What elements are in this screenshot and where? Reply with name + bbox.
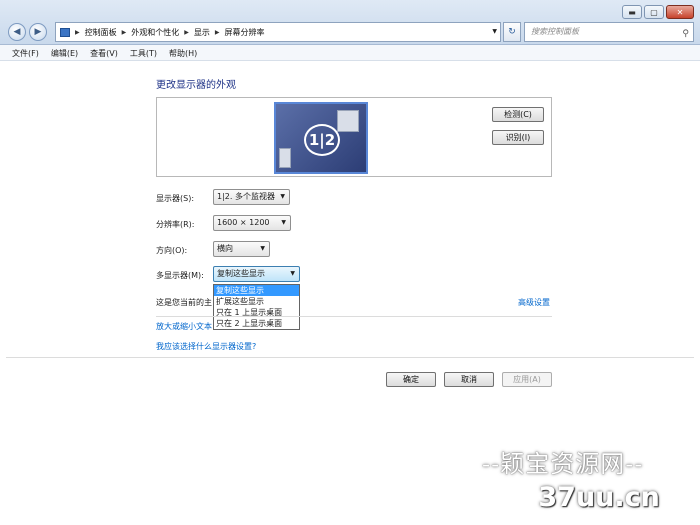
text-size-link[interactable]: 放大或缩小文本: [156, 321, 212, 332]
menu-help[interactable]: 帮助(H): [163, 45, 203, 60]
multi-display-dropdown: 复制这些显示 扩展这些显示 只在 1 上显示桌面 只在 2 上显示桌面: [213, 284, 300, 330]
breadcrumb-control-panel[interactable]: 控制面板: [85, 27, 117, 38]
breadcrumb-display[interactable]: 显示: [194, 27, 210, 38]
window-thumbnail: [279, 148, 291, 168]
back-arrow-icon[interactable]: ◀: [8, 23, 26, 41]
ok-button[interactable]: 确定: [386, 372, 436, 387]
identify-button[interactable]: 识别(I): [492, 130, 544, 145]
primary-display-text: 这是您当前的主: [156, 298, 212, 307]
dropdown-option[interactable]: 只在 2 上显示桌面: [214, 318, 299, 329]
search-icon[interactable]: ⚲: [682, 25, 689, 43]
multi-display-select[interactable]: 复制这些显示 ▼: [213, 266, 300, 282]
watermark: --颖宝资源网-- 41737uu.cn: [482, 440, 696, 524]
window-controls: ▬ ▢ ✕: [622, 5, 694, 19]
chevron-down-icon[interactable]: ▼: [492, 28, 497, 35]
minimize-button[interactable]: ▬: [622, 5, 642, 19]
apply-button: 应用(A): [502, 372, 552, 387]
multi-display-label: 多显示器(M):: [156, 271, 204, 280]
breadcrumb-appearance[interactable]: 外观和个性化: [131, 27, 179, 38]
control-panel-icon: [60, 27, 70, 37]
window-titlebar: ▬ ▢ ✕ ◀ ▶ ▶ 控制面板 ▶ 外观和个性化 ▶ 显示 ▶ 屏幕分辨率 ▼…: [0, 0, 700, 45]
watermark-domain-left: 417: [482, 482, 539, 513]
multi-display-value: 复制这些显示: [217, 269, 265, 278]
menu-bar: 文件(F) 编辑(E) 查看(V) 工具(T) 帮助(H): [0, 45, 700, 61]
which-settings-link[interactable]: 我应该选择什么显示器设置?: [156, 341, 256, 352]
monitor-preview[interactable]: 1|2: [274, 102, 368, 174]
dropdown-option[interactable]: 扩展这些显示: [214, 296, 299, 307]
menu-tools[interactable]: 工具(T): [124, 45, 163, 60]
search-placeholder: 搜索控制面板: [531, 27, 579, 36]
chevron-down-icon: ▼: [280, 193, 285, 200]
monitor-number-badge: 1|2: [304, 124, 340, 156]
breadcrumb-separator-icon: ▶: [214, 28, 220, 36]
watermark-domain-right: 37uu.cn: [538, 482, 660, 513]
close-button[interactable]: ✕: [666, 5, 694, 19]
resolution-value: 1600 × 1200: [217, 218, 270, 227]
cancel-button[interactable]: 取消: [444, 372, 494, 387]
forward-arrow-icon[interactable]: ▶: [29, 23, 47, 41]
resolution-select[interactable]: 1600 × 1200 ▼: [213, 215, 291, 231]
refresh-icon[interactable]: ↻: [503, 22, 521, 42]
search-input[interactable]: 搜索控制面板 ⚲: [524, 22, 694, 42]
orientation-select[interactable]: 横向 ▼: [213, 241, 270, 257]
watermark-domain: 41737uu.cn: [482, 482, 660, 513]
menu-edit[interactable]: 编辑(E): [45, 45, 84, 60]
orientation-label: 方向(O):: [156, 246, 188, 255]
menu-file[interactable]: 文件(F): [6, 45, 45, 60]
watermark-site-name: --颖宝资源网--: [482, 450, 644, 478]
breadcrumb-screen-resolution[interactable]: 屏幕分辨率: [225, 27, 265, 38]
breadcrumb-separator-icon: ▶: [121, 28, 127, 36]
monitor-preview-panel: 1|2 检测(C) 识别(I): [156, 97, 552, 177]
address-bar[interactable]: ▶ 控制面板 ▶ 外观和个性化 ▶ 显示 ▶ 屏幕分辨率 ▼: [55, 22, 501, 42]
dropdown-option[interactable]: 复制这些显示: [214, 285, 299, 296]
chevron-down-icon: ▼: [290, 270, 295, 277]
breadcrumb-separator-icon: ▶: [184, 28, 189, 36]
display-select[interactable]: 1|2. 多个监视器 ▼: [213, 189, 290, 205]
resolution-label: 分辨率(R):: [156, 220, 195, 229]
advanced-settings-link[interactable]: 高级设置: [518, 297, 550, 308]
maximize-button[interactable]: ▢: [644, 5, 664, 19]
orientation-value: 横向: [217, 244, 233, 253]
divider: [6, 357, 694, 358]
window-thumbnail: [337, 110, 359, 132]
display-label: 显示器(S):: [156, 194, 195, 203]
chevron-down-icon: ▼: [281, 219, 286, 226]
page-title: 更改显示器的外观: [156, 80, 236, 91]
detect-button[interactable]: 检测(C): [492, 107, 544, 122]
chevron-down-icon: ▼: [260, 245, 265, 252]
breadcrumb-separator-icon: ▶: [75, 28, 80, 36]
display-value: 1|2. 多个监视器: [217, 192, 275, 201]
divider: [156, 316, 552, 317]
menu-view[interactable]: 查看(V): [84, 45, 124, 60]
